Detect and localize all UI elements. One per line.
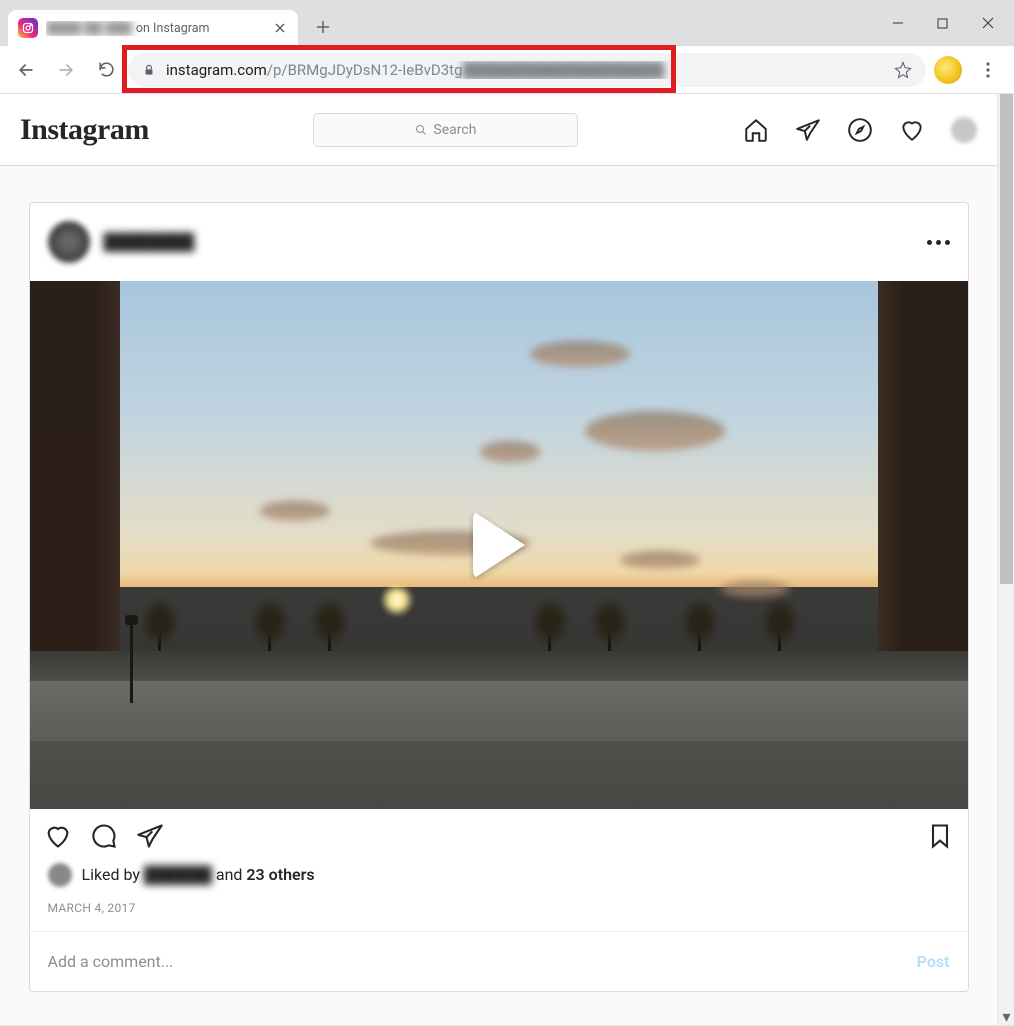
play-button[interactable] <box>459 505 539 585</box>
address-bar: instagram.com/p/BRMgJDyDsN12-IeBvD3tg███… <box>0 46 1014 94</box>
scroll-down-icon[interactable]: ▾ <box>998 1008 1014 1025</box>
chrome-profile-button[interactable] <box>934 56 962 84</box>
instagram-nav <box>743 117 977 143</box>
post-likes: Liked by ██████ and 23 others <box>30 863 968 887</box>
scrollbar[interactable]: ▴ ▾ <box>997 94 1014 1025</box>
chrome-menu-button[interactable] <box>970 52 1006 88</box>
activity-heart-icon[interactable] <box>899 117 925 143</box>
forward-button[interactable] <box>48 52 84 88</box>
tab-close-button[interactable] <box>272 20 288 36</box>
post-media-video[interactable] <box>30 281 968 809</box>
new-tab-button[interactable] <box>308 12 338 42</box>
window-controls <box>875 0 1010 46</box>
search-icon <box>415 124 427 136</box>
messages-icon[interactable] <box>795 117 821 143</box>
post-date: MARCH 4, 2017 <box>30 887 968 931</box>
post-author-avatar[interactable] <box>48 221 90 263</box>
profile-avatar[interactable] <box>951 117 977 143</box>
reload-button[interactable] <box>88 52 124 88</box>
like-heart-icon[interactable] <box>44 822 72 850</box>
scrollbar-thumb[interactable] <box>1000 94 1013 584</box>
share-icon[interactable] <box>136 822 164 850</box>
bookmark-star-icon[interactable] <box>894 61 912 79</box>
tab-title: ████ ██ ███ on Instagram <box>46 21 264 36</box>
explore-icon[interactable] <box>847 117 873 143</box>
search-container: Search <box>149 113 743 147</box>
back-button[interactable] <box>8 52 44 88</box>
post-card: ████████ Like <box>29 202 969 992</box>
comment-icon[interactable] <box>90 822 118 850</box>
instagram-logo[interactable]: Instagram <box>20 113 149 147</box>
post-comment-button[interactable]: Post <box>917 952 950 971</box>
save-bookmark-icon[interactable] <box>926 822 954 850</box>
liker-avatar[interactable] <box>48 863 72 887</box>
url-text: instagram.com/p/BRMgJDyDsN12-IeBvD3tg███… <box>166 61 884 79</box>
close-window-button[interactable] <box>965 8 1010 38</box>
search-input[interactable]: Search <box>313 113 578 147</box>
post-more-button[interactable] <box>927 240 950 245</box>
play-icon <box>473 511 525 579</box>
post-actions <box>30 809 968 863</box>
browser-chrome: ████ ██ ███ on Instagram instagram.com/p… <box>0 0 1014 94</box>
comment-input[interactable] <box>48 952 917 971</box>
instagram-header: Instagram Search <box>0 94 997 166</box>
lock-icon <box>142 63 156 77</box>
search-placeholder: Search <box>433 122 476 138</box>
url-input[interactable]: instagram.com/p/BRMgJDyDsN12-IeBvD3tg███… <box>128 53 926 87</box>
comment-box: Post <box>30 931 968 991</box>
post-header: ████████ <box>30 203 968 281</box>
tab-bar: ████ ██ ███ on Instagram <box>0 0 1014 46</box>
home-icon[interactable] <box>743 117 769 143</box>
post-author-username[interactable]: ████████ <box>104 232 195 252</box>
page-content: Instagram Search ████████ <box>0 94 997 1025</box>
maximize-button[interactable] <box>920 8 965 38</box>
likes-others-link[interactable]: 23 others <box>246 865 314 884</box>
browser-tab[interactable]: ████ ██ ███ on Instagram <box>8 10 298 46</box>
liker-username[interactable]: ██████ <box>144 865 212 884</box>
instagram-favicon-icon <box>18 18 38 38</box>
minimize-button[interactable] <box>875 8 920 38</box>
